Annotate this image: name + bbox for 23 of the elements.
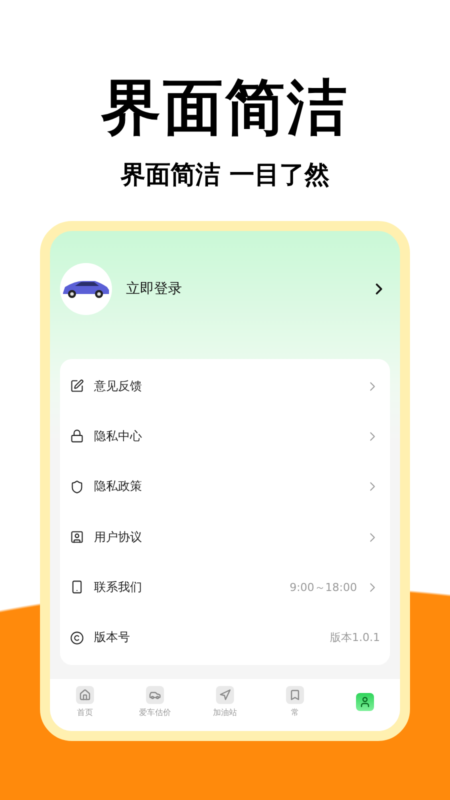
- navigation-icon[interactable]: [216, 686, 234, 704]
- login-link[interactable]: 立即登录: [126, 280, 370, 298]
- menu-item[interactable]: 联系我们: [94, 578, 290, 596]
- user-card-icon: [70, 530, 84, 544]
- menu-item[interactable]: 隐私中心: [94, 428, 365, 445]
- menu-item[interactable]: 意见反馈: [94, 378, 365, 395]
- headline: 界面简洁: [101, 72, 349, 144]
- phone-icon: [70, 580, 84, 594]
- car-icon[interactable]: [146, 686, 164, 704]
- bookmark-icon[interactable]: [286, 686, 304, 704]
- menu-value: 版本1.0.1: [330, 630, 380, 646]
- menu-item[interactable]: 隐私政策: [94, 478, 365, 496]
- menu-value: 9:00～18:00: [290, 580, 357, 595]
- menu-item[interactable]: 版本号: [94, 629, 330, 646]
- subtitle: 界面简洁 一目了然: [120, 159, 330, 191]
- avatar[interactable]: [60, 263, 112, 315]
- user-icon[interactable]: [356, 693, 374, 711]
- edit-icon: [70, 379, 84, 394]
- lock-icon: [70, 429, 84, 444]
- home-icon[interactable]: [76, 686, 94, 704]
- copyright-icon: [70, 630, 84, 645]
- menu-item[interactable]: 用户协议: [94, 528, 365, 546]
- shield-icon: [70, 480, 84, 494]
